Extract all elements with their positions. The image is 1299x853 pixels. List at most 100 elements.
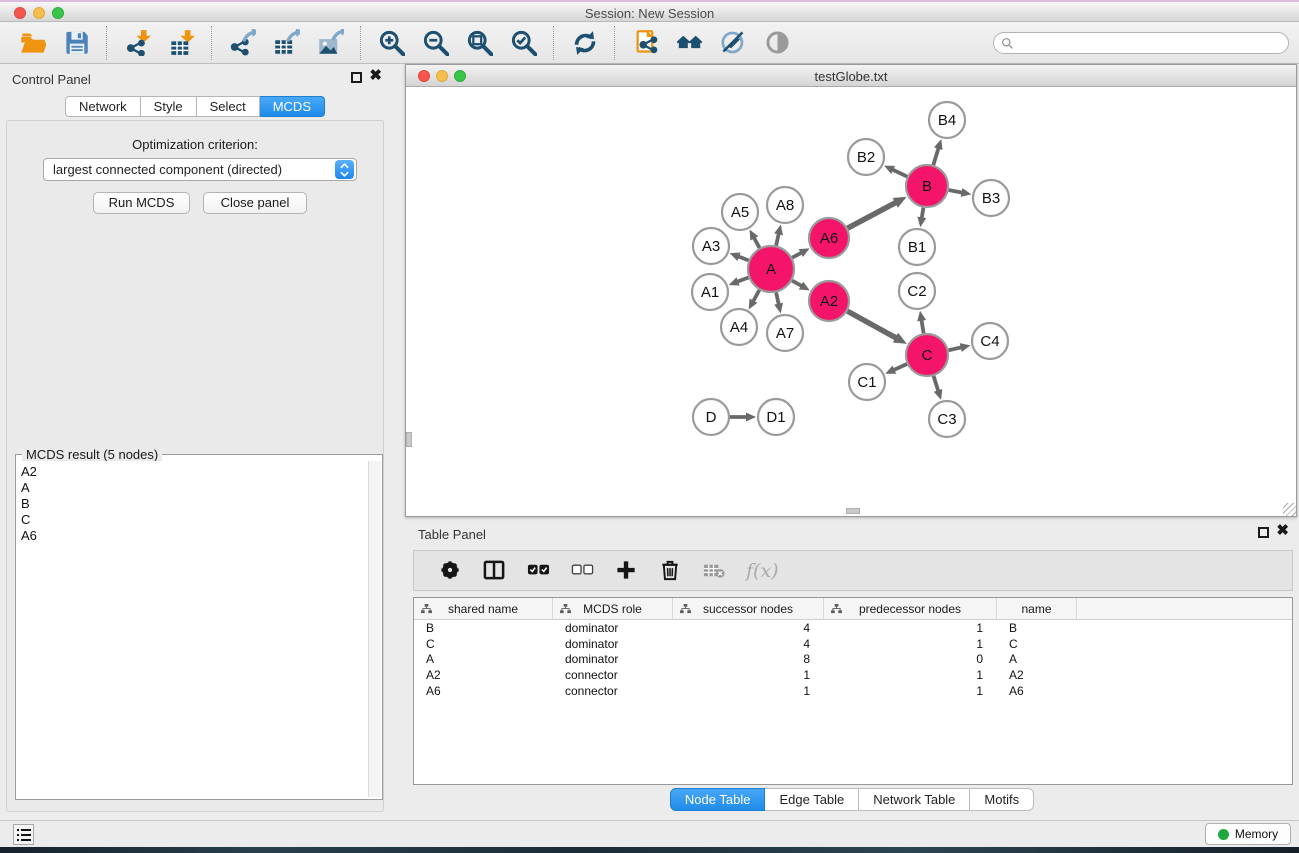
cell-name[interactable]: A2 (997, 667, 1077, 683)
close-panel-icon[interactable]: ✖ (369, 70, 382, 81)
graph-node-C2[interactable]: C2 (899, 273, 935, 309)
graph-node-B2[interactable]: B2 (848, 139, 884, 175)
cell-successor_nodes[interactable]: 1 (673, 683, 824, 699)
result-list-item[interactable]: A6 (21, 528, 369, 544)
refresh-layout-icon[interactable] (569, 28, 599, 58)
delete-table-icon[interactable] (701, 558, 727, 584)
result-list-item[interactable]: A2 (21, 464, 369, 480)
edge-C-C4[interactable] (948, 347, 962, 350)
table-row[interactable]: Cdominator41C (414, 636, 1292, 652)
graph-node-A8[interactable]: A8 (767, 187, 803, 223)
clone-network-icon[interactable] (630, 28, 660, 58)
delete-columns-icon[interactable] (657, 558, 683, 584)
table-header-row[interactable]: shared nameMCDS rolesuccessor nodesprede… (414, 598, 1292, 620)
export-image-icon[interactable] (315, 28, 345, 58)
export-network-icon[interactable] (227, 28, 257, 58)
graph-node-D[interactable]: D (693, 399, 729, 435)
cell-shared_name[interactable]: B (414, 620, 553, 636)
tab-network-table[interactable]: Network Table (859, 788, 970, 811)
edge-A-A4[interactable] (753, 290, 760, 302)
graph-node-B4[interactable]: B4 (929, 102, 965, 138)
edge-A2-C[interactable] (847, 311, 897, 338)
search-box[interactable] (993, 32, 1289, 54)
graph-node-C[interactable]: C (906, 334, 948, 376)
column-header-shared_name[interactable]: shared name (414, 598, 553, 619)
memory-button[interactable]: Memory (1205, 823, 1291, 845)
home-icon[interactable] (674, 28, 704, 58)
node-table[interactable]: shared nameMCDS rolesuccessor nodesprede… (413, 597, 1293, 785)
cell-mcds_role[interactable]: dominator (553, 651, 673, 667)
edge-A-A8[interactable] (776, 232, 779, 245)
table-row[interactable]: A6connector11A6 (414, 683, 1292, 699)
graph-node-C1[interactable]: C1 (849, 364, 885, 400)
graph-node-A1[interactable]: A1 (692, 274, 728, 310)
graph-node-B[interactable]: B (906, 165, 948, 207)
task-history-button[interactable] (13, 824, 34, 845)
tab-motifs[interactable]: Motifs (970, 788, 1034, 811)
result-list-scrollbar[interactable] (368, 461, 381, 797)
deselect-all-rows-icon[interactable] (569, 558, 595, 584)
network-canvas[interactable]: B4B2BB3A8A5A6A3B1AC2A1A2A4A7C4CC1C3DD1 (406, 87, 1296, 516)
cell-name[interactable]: B (997, 620, 1077, 636)
graph-node-C4[interactable]: C4 (972, 323, 1008, 359)
edge-B-B4[interactable] (933, 147, 938, 165)
graph-node-A4[interactable]: A4 (721, 309, 757, 345)
result-list-item[interactable]: C (21, 512, 369, 528)
result-list-item[interactable]: A (21, 480, 369, 496)
zoom-out-icon[interactable] (420, 28, 450, 58)
edge-C-C1[interactable] (893, 364, 907, 370)
criterion-dropdown[interactable]: largest connected component (directed) (43, 158, 357, 181)
cell-predecessor_nodes[interactable]: 1 (824, 620, 997, 636)
run-mcds-button[interactable]: Run MCDS (93, 192, 190, 214)
edge-C-C3[interactable] (934, 376, 939, 392)
zoom-fit-icon[interactable] (464, 28, 494, 58)
tab-style[interactable]: Style (141, 96, 197, 117)
cell-successor_nodes[interactable]: 8 (673, 651, 824, 667)
save-session-icon[interactable] (61, 28, 91, 58)
table-row[interactable]: Adominator80A (414, 651, 1292, 667)
cell-successor_nodes[interactable]: 4 (673, 636, 824, 652)
window-resize-grip[interactable] (1283, 503, 1296, 516)
column-header-name[interactable]: name (997, 598, 1077, 619)
graph-node-D1[interactable]: D1 (758, 399, 794, 435)
cell-mcds_role[interactable]: dominator (553, 636, 673, 652)
column-header-predecessor_nodes[interactable]: predecessor nodes (824, 598, 997, 619)
table-settings-icon[interactable] (437, 558, 463, 584)
export-table-icon[interactable] (271, 28, 301, 58)
close-panel-button[interactable]: Close panel (203, 192, 307, 214)
float-panel-icon[interactable] (351, 72, 362, 83)
edge-B-B3[interactable] (949, 190, 964, 193)
tab-edge-table[interactable]: Edge Table (765, 788, 859, 811)
graph-node-A5[interactable]: A5 (722, 194, 758, 230)
result-list-item[interactable]: B (21, 496, 369, 512)
graph-node-A7[interactable]: A7 (767, 315, 803, 351)
show-graphics-details-icon[interactable] (762, 28, 792, 58)
cell-mcds_role[interactable]: connector (553, 683, 673, 699)
table-row[interactable]: Bdominator41B (414, 620, 1292, 636)
graph-node-A3[interactable]: A3 (693, 228, 729, 264)
cell-name[interactable]: A (997, 651, 1077, 667)
cell-shared_name[interactable]: A (414, 651, 553, 667)
cell-mcds_role[interactable]: connector (553, 667, 673, 683)
network-vertical-scrollbar[interactable] (406, 432, 412, 447)
graph-node-B3[interactable]: B3 (973, 180, 1009, 216)
edge-A-A7[interactable] (776, 292, 779, 305)
import-network-icon[interactable] (122, 28, 152, 58)
zoom-selected-icon[interactable] (508, 28, 538, 58)
zoom-in-icon[interactable] (376, 28, 406, 58)
tab-mcds[interactable]: MCDS (260, 96, 325, 117)
table-row[interactable]: A2connector11A2 (414, 667, 1292, 683)
function-builder-icon[interactable]: f(x) (746, 560, 779, 582)
cell-name[interactable]: A6 (997, 683, 1077, 699)
mcds-result-list[interactable]: A2ABCA6 (17, 461, 369, 797)
hide-panels-icon[interactable] (718, 28, 748, 58)
cell-shared_name[interactable]: C (414, 636, 553, 652)
cell-predecessor_nodes[interactable]: 1 (824, 636, 997, 652)
edge-C-C2[interactable] (921, 319, 923, 334)
cell-shared_name[interactable]: A2 (414, 667, 553, 683)
select-all-rows-icon[interactable] (525, 558, 551, 584)
edge-A6-B[interactable] (848, 202, 897, 228)
cell-predecessor_nodes[interactable]: 0 (824, 651, 997, 667)
open-session-icon[interactable] (17, 28, 47, 58)
close-table-panel-icon[interactable]: ✖ (1276, 525, 1289, 536)
